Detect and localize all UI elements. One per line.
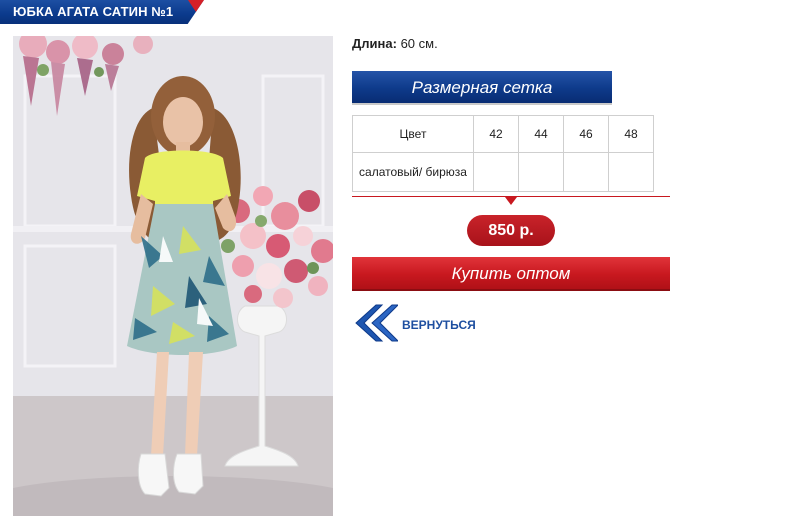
size-grid-header: Размерная сетка	[352, 71, 612, 105]
double-chevron-left-icon	[355, 304, 400, 342]
back-link[interactable]: ВЕРНУТЬСЯ	[352, 301, 492, 347]
color-column-header: Цвет	[352, 115, 474, 153]
size-header-46: 46	[563, 115, 609, 153]
table-row: салатовый/ бирюза	[352, 152, 654, 192]
product-title: ЮБКА АГАТА САТИН №1	[13, 4, 174, 19]
length-label: Длина:	[352, 36, 397, 51]
price-badge: 850 р.	[467, 215, 555, 246]
price-pointer-icon	[505, 197, 517, 205]
quantity-cell-48[interactable]	[608, 152, 654, 192]
quantity-cell-44[interactable]	[518, 152, 564, 192]
quantity-cell-42[interactable]	[473, 152, 519, 192]
buy-wholesale-button[interactable]: Купить оптом	[352, 257, 670, 291]
size-header-44: 44	[518, 115, 564, 153]
back-label: ВЕРНУТЬСЯ	[402, 318, 476, 332]
quantity-cell-46[interactable]	[563, 152, 609, 192]
product-photo-illustration	[13, 36, 333, 516]
size-table: Цвет 42 44 46 48 салатовый/ бирюза	[352, 115, 654, 192]
size-header-42: 42	[473, 115, 519, 153]
size-table-header-row: Цвет 42 44 46 48	[352, 115, 654, 153]
product-photo	[13, 36, 333, 516]
length-value: 60 см.	[400, 36, 438, 51]
size-header-48: 48	[608, 115, 654, 153]
color-cell: салатовый/ бирюза	[352, 152, 474, 192]
length-spec: Длина: 60 см.	[352, 36, 438, 51]
